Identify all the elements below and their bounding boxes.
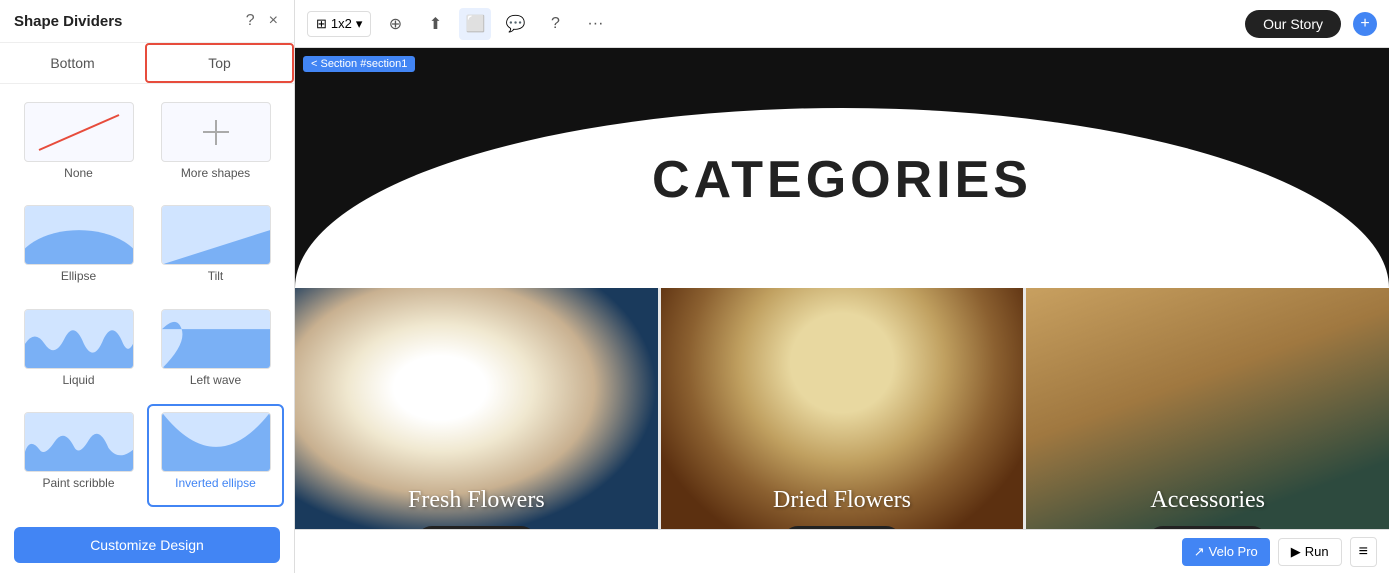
chevron-down-icon: ▾ xyxy=(356,16,363,32)
shape-label-inverted-ellipse: Inverted ellipse xyxy=(175,476,256,490)
shape-preview-tilt xyxy=(161,205,271,265)
velo-pro-button[interactable]: ↗ Velo Pro xyxy=(1182,538,1270,566)
accessories-name: Accessories xyxy=(1150,487,1265,514)
canvas-content: < Section #section1 CATEGORIES Fresh Flo… xyxy=(295,48,1389,529)
shape-label-paint-scribble: Paint scribble xyxy=(42,476,114,490)
categories-row: Fresh Flowers Shop Now Dried Flowers Sho… xyxy=(295,288,1389,529)
customize-design-button[interactable]: Customize Design xyxy=(14,527,280,563)
layout-icon: ⊞ xyxy=(316,16,327,32)
category-fresh-flowers: Fresh Flowers Shop Now xyxy=(295,288,661,529)
shape-left-wave[interactable]: Left wave xyxy=(147,301,284,404)
category-accessories: Accessories Shop Now xyxy=(1026,288,1389,529)
more-button[interactable]: ··· xyxy=(579,8,611,40)
shape-label-none: None xyxy=(64,166,93,180)
shape-preview-none xyxy=(24,102,134,162)
dried-flowers-shop-button[interactable]: Shop Now xyxy=(782,526,903,529)
shape-ellipse[interactable]: Ellipse xyxy=(10,197,147,300)
shape-preview-ellipse xyxy=(24,205,134,265)
shape-label-left-wave: Left wave xyxy=(190,373,241,387)
hero-title: CATEGORIES xyxy=(652,150,1032,210)
fresh-flowers-name: Fresh Flowers xyxy=(408,487,545,514)
right-side: ⊞ 1x2 ▾ ⊕ ⬆ ⬜ 💬 ? ··· Our Story + < Sect… xyxy=(295,0,1389,573)
velo-label: Velo Pro xyxy=(1209,544,1258,559)
bottom-bar: ↗ Velo Pro ▶ Run ≡ xyxy=(295,529,1389,573)
run-label: Run xyxy=(1305,544,1329,559)
fresh-flowers-shop-button[interactable]: Shop Now xyxy=(416,526,537,529)
shape-label-ellipse: Ellipse xyxy=(61,269,96,283)
tabs-row: Bottom Top xyxy=(0,43,294,84)
shape-label-more: More shapes xyxy=(181,166,250,180)
run-button[interactable]: ▶ Run xyxy=(1278,538,1342,566)
shape-liquid[interactable]: Liquid xyxy=(10,301,147,404)
shapes-grid: None More shapes Ellipse xyxy=(0,84,294,517)
shape-preview-more xyxy=(161,102,271,162)
run-icon: ▶ xyxy=(1291,544,1301,560)
shape-paint-scribble[interactable]: Paint scribble xyxy=(10,404,147,507)
shape-label-tilt: Tilt xyxy=(208,269,224,283)
comment-button[interactable]: 💬 xyxy=(499,8,531,40)
shape-preview-paint-scribble xyxy=(24,412,134,472)
canvas-area: < Section #section1 CATEGORIES Fresh Flo… xyxy=(295,48,1389,529)
layout-value: 1x2 xyxy=(331,16,352,31)
shape-tilt[interactable]: Tilt xyxy=(147,197,284,300)
panel-title: Shape Dividers xyxy=(14,13,122,30)
shape-more[interactable]: More shapes xyxy=(147,94,284,197)
add-section-button[interactable]: ⊕ xyxy=(379,8,411,40)
help-button[interactable]: ? xyxy=(244,10,257,32)
settings-button[interactable]: ≡ xyxy=(1350,537,1377,567)
shape-label-liquid: Liquid xyxy=(62,373,94,387)
tab-bottom[interactable]: Bottom xyxy=(0,43,145,83)
panel-header: Shape Dividers ? × xyxy=(0,0,294,43)
shape-preview-left-wave xyxy=(161,309,271,369)
our-story-nav[interactable]: Our Story xyxy=(1245,10,1341,38)
toolbar: ⊞ 1x2 ▾ ⊕ ⬆ ⬜ 💬 ? ··· Our Story + xyxy=(295,0,1389,48)
accessories-shop-button[interactable]: Shop Now xyxy=(1147,526,1268,529)
category-dried-flowers: Dried Flowers Shop Now xyxy=(661,288,1027,529)
shape-preview-inverted-ellipse xyxy=(161,412,271,472)
close-button[interactable]: × xyxy=(267,10,280,32)
layout-select[interactable]: ⊞ 1x2 ▾ xyxy=(307,11,371,37)
help-button[interactable]: ? xyxy=(539,8,571,40)
tab-top[interactable]: Top xyxy=(145,43,294,83)
section-label: < Section #section1 xyxy=(303,56,415,72)
velo-icon: ↗ xyxy=(1194,544,1205,560)
arrange-button[interactable]: ⬆ xyxy=(419,8,451,40)
stretch-button[interactable]: ⬜ xyxy=(459,8,491,40)
panel-header-icons: ? × xyxy=(244,10,280,32)
hero-section: CATEGORIES xyxy=(295,48,1389,288)
shape-preview-liquid xyxy=(24,309,134,369)
add-nav-button[interactable]: + xyxy=(1353,12,1377,36)
shape-none[interactable]: None xyxy=(10,94,147,197)
dried-flowers-name: Dried Flowers xyxy=(773,487,911,514)
shape-inverted-ellipse[interactable]: Inverted ellipse xyxy=(147,404,284,507)
shape-dividers-panel: Shape Dividers ? × Bottom Top None xyxy=(0,0,295,573)
